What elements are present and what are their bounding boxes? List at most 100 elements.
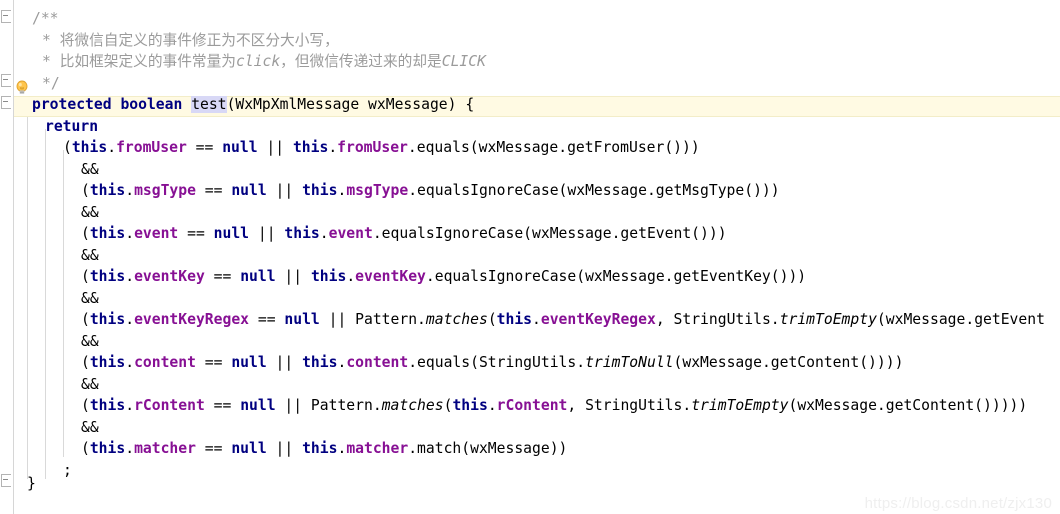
code-token: . — [125, 311, 135, 328]
code-token: == — [178, 225, 214, 242]
code-token: . — [125, 225, 135, 242]
code-line-and-7[interactable]: && — [81, 417, 99, 439]
code-line-eventkeyregex[interactable]: (this.eventKeyRegex == null || Pattern.m… — [81, 309, 1045, 331]
code-line-content[interactable]: (this.content == null || this.content.eq… — [81, 352, 903, 374]
code-token: this — [89, 268, 126, 285]
code-token: ( — [81, 225, 90, 242]
code-token: . — [337, 354, 347, 371]
code-token: == — [195, 182, 232, 199]
fold-marker-javadoc-end[interactable] — [1, 74, 11, 87]
code-token: msgType — [346, 182, 409, 199]
code-token: , StringUtils. — [567, 397, 692, 414]
code-token: . — [125, 397, 135, 414]
code-token: ( — [81, 397, 90, 414]
code-token: . — [487, 397, 497, 414]
code-line-and-3[interactable]: && — [81, 245, 99, 267]
code-token: == — [195, 354, 232, 371]
code-token: this — [496, 311, 533, 328]
code-token: click — [235, 53, 281, 70]
code-token: . — [125, 440, 135, 457]
code-token: (wxMessage.getContent())))) — [788, 397, 1028, 414]
code-token: && — [81, 246, 99, 264]
code-line-javadoc-open[interactable]: /** — [32, 8, 59, 30]
code-token: boolean — [120, 96, 183, 113]
code-token: matches — [425, 311, 488, 328]
code-token: content — [346, 354, 409, 371]
code-token: . — [319, 225, 329, 242]
code-line-return[interactable]: return — [45, 116, 98, 138]
code-token: ( — [81, 354, 90, 371]
code-line-method-close[interactable]: } — [27, 473, 36, 495]
code-token: . — [337, 182, 347, 199]
code-token: fromUser — [116, 139, 187, 156]
code-token: . — [328, 139, 338, 156]
code-token: (wxMessage.getContent()))) — [673, 354, 904, 371]
fold-marker-method[interactable] — [1, 96, 11, 109]
code-token: rContent — [134, 397, 205, 414]
editor-gutter[interactable] — [0, 0, 28, 514]
code-token: null — [240, 397, 276, 414]
code-line-javadoc-2[interactable]: * 比如框架定义的事件常量为click，但微信传递过来的却是CLICK — [42, 51, 486, 73]
code-token: this — [71, 139, 108, 156]
code-line-javadoc-close[interactable]: */ — [42, 73, 60, 95]
code-token: null — [231, 440, 267, 457]
code-line-and-6[interactable]: && — [81, 374, 99, 396]
code-token: trimToEmpty — [779, 311, 877, 328]
code-token: matches — [381, 397, 444, 414]
code-token: == — [204, 397, 241, 414]
code-line-method-signature[interactable]: protected boolean test(WxMpXmlMessage wx… — [32, 94, 474, 116]
code-token: && — [81, 418, 99, 436]
code-token: this — [89, 354, 126, 371]
code-token: . — [125, 182, 135, 199]
watermark-text: https://blog.csdn.net/zjx130 — [864, 495, 1052, 512]
code-line-and-5[interactable]: && — [81, 331, 99, 353]
code-token: event — [134, 225, 179, 242]
code-token: . — [346, 268, 356, 285]
code-line-eventkey[interactable]: (this.eventKey == null || this.eventKey.… — [81, 266, 806, 288]
code-line-msgtype[interactable]: (this.msgType == null || this.msgType.eq… — [81, 180, 780, 202]
code-line-fromuser[interactable]: (this.fromUser == null || this.fromUser.… — [63, 137, 700, 159]
code-line-javadoc-1[interactable]: * 将微信自定义的事件修正为不区分大小写， — [42, 30, 339, 52]
code-editor[interactable]: /** * 将微信自定义的事件修正为不区分大小写， * 比如框架定义的事件常量为cl… — [0, 0, 1060, 514]
fold-marker-method-end[interactable] — [1, 474, 11, 487]
code-line-matcher[interactable]: (this.matcher == null || this.matcher.ma… — [81, 438, 567, 460]
code-token: ( — [63, 139, 72, 156]
code-token: */ — [42, 74, 60, 92]
code-token: ( — [81, 268, 90, 285]
indent-guide-2 — [45, 129, 46, 479]
code-line-semicolon[interactable]: ; — [63, 460, 72, 482]
code-token: . — [532, 311, 541, 328]
code-token: this — [452, 397, 488, 414]
code-token: null — [240, 268, 276, 285]
code-token: trimToEmpty — [691, 397, 789, 414]
code-token: msgType — [134, 182, 196, 199]
code-token: 将微信自定义的事件修正为不区分大小写， — [59, 31, 339, 49]
code-line-and-2[interactable]: && — [81, 202, 99, 224]
code-line-and-4[interactable]: && — [81, 288, 99, 310]
code-token: matcher — [346, 440, 409, 457]
code-token: test — [191, 96, 227, 113]
code-token: || — [249, 225, 285, 242]
code-token: . — [337, 440, 347, 457]
code-token: || — [266, 440, 303, 457]
fold-marker-javadoc-start[interactable] — [1, 10, 11, 23]
code-token: null — [213, 225, 250, 242]
code-token: || — [266, 354, 303, 371]
code-line-and-1[interactable]: && — [81, 159, 99, 181]
code-token: CLICK — [441, 53, 486, 70]
code-token: . — [125, 268, 135, 285]
code-token: * — [42, 31, 60, 49]
code-token: || — [275, 268, 311, 285]
code-token: matcher — [134, 440, 196, 457]
code-surface[interactable]: /** * 将微信自定义的事件修正为不区分大小写， * 比如框架定义的事件常量为cl… — [14, 0, 1060, 514]
code-token: this — [302, 354, 338, 371]
code-line-rcontent[interactable]: (this.rContent == null || Pattern.matche… — [81, 395, 1027, 417]
code-line-event[interactable]: (this.event == null || this.event.equals… — [81, 223, 727, 245]
code-token: ; — [63, 461, 72, 479]
code-token: && — [81, 203, 99, 221]
code-token: ( — [487, 311, 497, 328]
code-token: content — [134, 354, 196, 371]
code-token: ( — [81, 182, 90, 199]
code-token: || Pattern. — [275, 397, 382, 414]
